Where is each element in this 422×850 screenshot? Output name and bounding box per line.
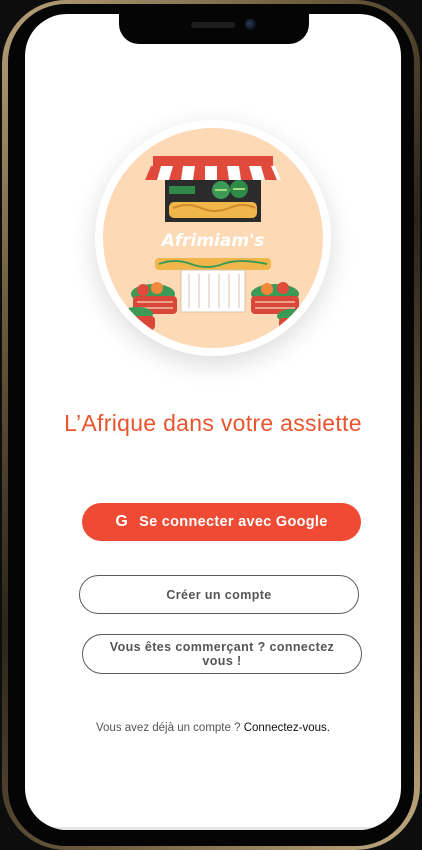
merchant-login-button[interactable]: Vous êtes commerçant ? connectez vous !	[82, 634, 362, 674]
login-link[interactable]: Connectez-vous.	[244, 722, 330, 734]
app-screen: Afrimiam's L’Afrique dans votre assiette…	[25, 14, 401, 830]
login-prompt: Vous avez déjà un compte ? Connectez-vou…	[25, 722, 401, 734]
login-prompt-text: Vous avez déjà un compte ?	[96, 722, 241, 734]
logo-brand-text: Afrimiam's	[160, 231, 265, 251]
market-stall-icon: Afrimiam's	[121, 156, 309, 332]
create-account-button[interactable]: Créer un compte	[79, 575, 359, 614]
google-signin-label: Se connecter avec Google	[139, 514, 328, 530]
phone-notch	[119, 14, 309, 44]
merchant-login-label: Vous êtes commerçant ? connectez vous !	[109, 640, 335, 668]
create-account-label: Créer un compte	[166, 587, 272, 602]
google-signin-button[interactable]: G Se connecter avec Google	[82, 503, 361, 541]
front-camera	[245, 19, 256, 30]
screen-bottom-edge	[25, 827, 401, 830]
tagline: L’Afrique dans votre assiette	[64, 410, 362, 436]
logo-badge: Afrimiam's	[103, 128, 323, 348]
google-icon: G	[115, 513, 129, 530]
speaker-grille	[191, 22, 235, 28]
app-logo: Afrimiam's	[95, 120, 331, 356]
